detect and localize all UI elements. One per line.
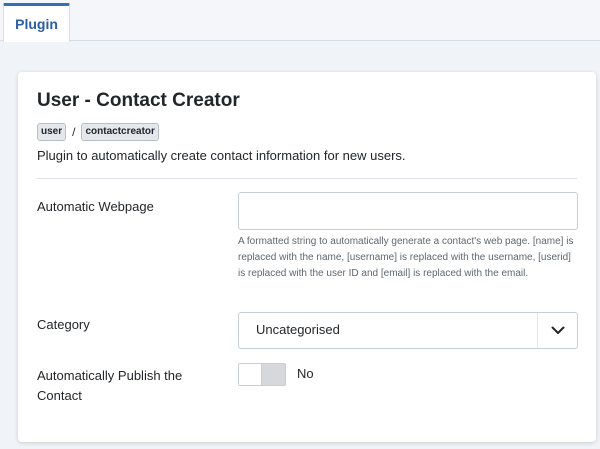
plugin-description: Plugin to automatically create contact i… — [37, 148, 406, 163]
category-selected-value: Uncategorised — [256, 322, 340, 337]
autopublish-label: Automatically Publish the Contact — [37, 368, 183, 403]
chevron-down-icon — [537, 313, 577, 348]
webpage-label: Automatic Webpage — [37, 199, 154, 214]
badge-element: contactcreator — [81, 123, 159, 141]
autopublish-toggle[interactable] — [238, 363, 286, 386]
category-select[interactable]: Uncategorised — [238, 312, 578, 349]
webpage-help-text: A formatted string to automatically gene… — [238, 236, 574, 279]
divider — [37, 178, 577, 179]
category-label: Category — [37, 317, 90, 332]
plugin-badges: user / contactcreator — [37, 123, 159, 141]
webpage-input[interactable] — [238, 192, 578, 230]
toggle-knob — [239, 364, 262, 385]
badge-separator: / — [72, 125, 76, 139]
tab-bar: Plugin — [0, 0, 600, 42]
plugin-title: User - Contact Creator — [37, 90, 240, 111]
autopublish-state-label: No — [297, 366, 314, 381]
badge-group: user — [37, 123, 67, 141]
tab-plugin[interactable]: Plugin — [3, 3, 70, 42]
plugin-panel: User - Contact Creator user / contactcre… — [18, 72, 596, 442]
